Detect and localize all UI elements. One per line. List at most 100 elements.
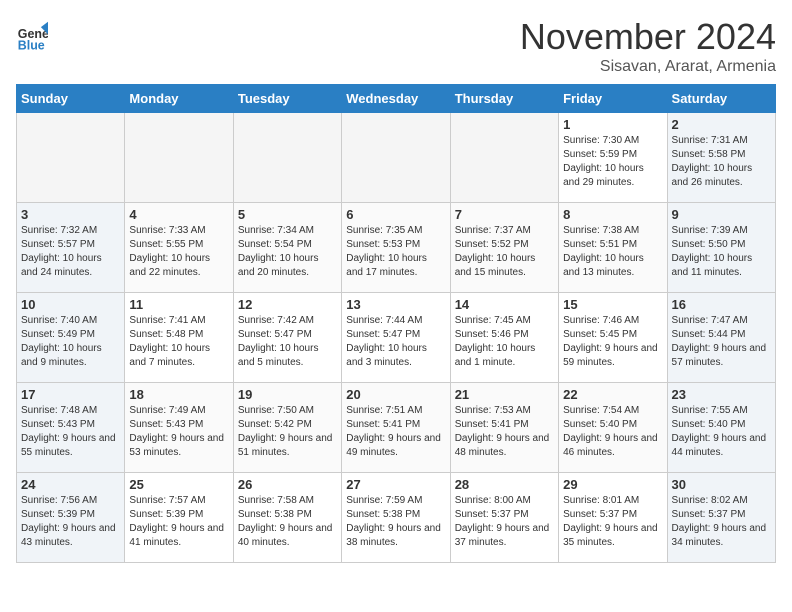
days-of-week-row: SundayMondayTuesdayWednesdayThursdayFrid… [17,85,776,113]
calendar-cell: 2Sunrise: 7:31 AM Sunset: 5:58 PM Daylig… [667,113,775,203]
day-number: 11 [129,297,228,312]
day-number: 27 [346,477,445,492]
day-info: Sunrise: 7:41 AM Sunset: 5:48 PM Dayligh… [129,314,228,370]
day-info: Sunrise: 7:57 AM Sunset: 5:39 PM Dayligh… [129,494,228,550]
logo-icon: General Blue [16,20,48,52]
day-info: Sunrise: 7:46 AM Sunset: 5:45 PM Dayligh… [563,314,662,370]
day-number: 20 [346,387,445,402]
day-info: Sunrise: 7:42 AM Sunset: 5:47 PM Dayligh… [238,314,337,370]
calendar-week-4: 24 Sunrise: 7:56 AM Sunset: 5:39 PM Dayli… [17,473,776,563]
calendar-cell: 10Sunrise: 7:40 AM Sunset: 5:49 PM Dayli… [17,293,125,383]
day-info: Sunrise: 7:44 AM Sunset: 5:47 PM Dayligh… [346,314,445,370]
svg-text:Blue: Blue [18,38,45,52]
calendar-week-3: 17 Sunrise: 7:48 AM Sunset: 5:43 PM Dayli… [17,383,776,473]
calendar-week-2: 10Sunrise: 7:40 AM Sunset: 5:49 PM Dayli… [17,293,776,383]
day-info: Sunrise: 7:51 AM Sunset: 5:41 PM Dayligh… [346,404,445,460]
day-info: Sunrise: 7:38 AM Sunset: 5:51 PM Dayligh… [563,224,662,280]
calendar-cell: 17 Sunrise: 7:48 AM Sunset: 5:43 PM Dayli… [17,383,125,473]
calendar-cell: 27 Sunrise: 7:59 AM Sunset: 5:38 PM Dayli… [342,473,450,563]
day-number: 13 [346,297,445,312]
calendar-cell [233,113,341,203]
day-number: 21 [455,387,554,402]
day-info: Sunrise: 7:33 AM Sunset: 5:55 PM Dayligh… [129,224,228,280]
calendar-cell: 7Sunrise: 7:37 AM Sunset: 5:52 PM Daylig… [450,203,558,293]
day-info: Sunrise: 7:47 AM Sunset: 5:44 PM Dayligh… [672,314,771,370]
calendar-cell: 28 Sunrise: 8:00 AM Sunset: 5:37 PM Dayli… [450,473,558,563]
day-number: 28 [455,477,554,492]
dow-header-tuesday: Tuesday [233,85,341,113]
calendar-cell: 16 Sunrise: 7:47 AM Sunset: 5:44 PM Dayli… [667,293,775,383]
calendar-cell: 22 Sunrise: 7:54 AM Sunset: 5:40 PM Dayli… [559,383,667,473]
day-number: 1 [563,117,662,132]
calendar-cell [125,113,233,203]
calendar-cell: 24 Sunrise: 7:56 AM Sunset: 5:39 PM Dayli… [17,473,125,563]
location: Sisavan, Ararat, Armenia [520,58,776,76]
calendar-cell: 1 Sunrise: 7:30 AM Sunset: 5:59 PM Daylig… [559,113,667,203]
calendar-cell: 5Sunrise: 7:34 AM Sunset: 5:54 PM Daylig… [233,203,341,293]
calendar-cell [17,113,125,203]
day-number: 23 [672,387,771,402]
calendar-cell: 13 Sunrise: 7:44 AM Sunset: 5:47 PM Dayli… [342,293,450,383]
calendar-cell: 11 Sunrise: 7:41 AM Sunset: 5:48 PM Dayli… [125,293,233,383]
calendar-cell: 15 Sunrise: 7:46 AM Sunset: 5:45 PM Dayli… [559,293,667,383]
day-number: 5 [238,207,337,222]
day-info: Sunrise: 7:50 AM Sunset: 5:42 PM Dayligh… [238,404,337,460]
calendar-cell: 30 Sunrise: 8:02 AM Sunset: 5:37 PM Dayli… [667,473,775,563]
day-number: 24 [21,477,120,492]
calendar-cell: 26Sunrise: 7:58 AM Sunset: 5:38 PM Dayli… [233,473,341,563]
calendar-cell: 12 Sunrise: 7:42 AM Sunset: 5:47 PM Dayli… [233,293,341,383]
day-number: 17 [21,387,120,402]
day-number: 15 [563,297,662,312]
day-number: 4 [129,207,228,222]
day-info: Sunrise: 7:54 AM Sunset: 5:40 PM Dayligh… [563,404,662,460]
month-title: November 2024 [520,16,776,58]
calendar-cell: 25 Sunrise: 7:57 AM Sunset: 5:39 PM Dayli… [125,473,233,563]
day-number: 2 [672,117,771,132]
calendar-cell: 6Sunrise: 7:35 AM Sunset: 5:53 PM Daylig… [342,203,450,293]
dow-header-saturday: Saturday [667,85,775,113]
day-info: Sunrise: 7:59 AM Sunset: 5:38 PM Dayligh… [346,494,445,550]
day-number: 22 [563,387,662,402]
dow-header-thursday: Thursday [450,85,558,113]
day-info: Sunrise: 7:30 AM Sunset: 5:59 PM Dayligh… [563,134,662,190]
day-number: 6 [346,207,445,222]
calendar-cell: 14 Sunrise: 7:45 AM Sunset: 5:46 PM Dayli… [450,293,558,383]
day-info: Sunrise: 7:48 AM Sunset: 5:43 PM Dayligh… [21,404,120,460]
day-info: Sunrise: 7:40 AM Sunset: 5:49 PM Dayligh… [21,314,120,370]
title-block: November 2024 Sisavan, Ararat, Armenia [520,16,776,76]
day-number: 14 [455,297,554,312]
calendar-cell [450,113,558,203]
day-number: 8 [563,207,662,222]
calendar-cell: 23Sunrise: 7:55 AM Sunset: 5:40 PM Dayli… [667,383,775,473]
day-info: Sunrise: 7:37 AM Sunset: 5:52 PM Dayligh… [455,224,554,280]
day-number: 30 [672,477,771,492]
calendar-week-0: 1 Sunrise: 7:30 AM Sunset: 5:59 PM Daylig… [17,113,776,203]
calendar-cell: 8 Sunrise: 7:38 AM Sunset: 5:51 PM Daylig… [559,203,667,293]
calendar-week-1: 3Sunrise: 7:32 AM Sunset: 5:57 PM Daylig… [17,203,776,293]
day-info: Sunrise: 8:00 AM Sunset: 5:37 PM Dayligh… [455,494,554,550]
day-number: 16 [672,297,771,312]
day-number: 19 [238,387,337,402]
calendar-cell: 29Sunrise: 8:01 AM Sunset: 5:37 PM Dayli… [559,473,667,563]
day-number: 18 [129,387,228,402]
dow-header-monday: Monday [125,85,233,113]
day-number: 9 [672,207,771,222]
day-info: Sunrise: 7:32 AM Sunset: 5:57 PM Dayligh… [21,224,120,280]
day-info: Sunrise: 8:01 AM Sunset: 5:37 PM Dayligh… [563,494,662,550]
day-info: Sunrise: 7:53 AM Sunset: 5:41 PM Dayligh… [455,404,554,460]
day-info: Sunrise: 7:39 AM Sunset: 5:50 PM Dayligh… [672,224,771,280]
day-info: Sunrise: 7:56 AM Sunset: 5:39 PM Dayligh… [21,494,120,550]
day-info: Sunrise: 7:58 AM Sunset: 5:38 PM Dayligh… [238,494,337,550]
day-info: Sunrise: 8:02 AM Sunset: 5:37 PM Dayligh… [672,494,771,550]
calendar-table: SundayMondayTuesdayWednesdayThursdayFrid… [16,84,776,563]
day-number: 12 [238,297,337,312]
day-info: Sunrise: 7:49 AM Sunset: 5:43 PM Dayligh… [129,404,228,460]
calendar-body: 1 Sunrise: 7:30 AM Sunset: 5:59 PM Daylig… [17,113,776,563]
calendar-cell: 19 Sunrise: 7:50 AM Sunset: 5:42 PM Dayli… [233,383,341,473]
page-header: General Blue November 2024 Sisavan, Arar… [16,16,776,76]
calendar-cell: 18 Sunrise: 7:49 AM Sunset: 5:43 PM Dayli… [125,383,233,473]
logo: General Blue [16,20,48,52]
day-number: 25 [129,477,228,492]
day-info: Sunrise: 7:45 AM Sunset: 5:46 PM Dayligh… [455,314,554,370]
dow-header-sunday: Sunday [17,85,125,113]
